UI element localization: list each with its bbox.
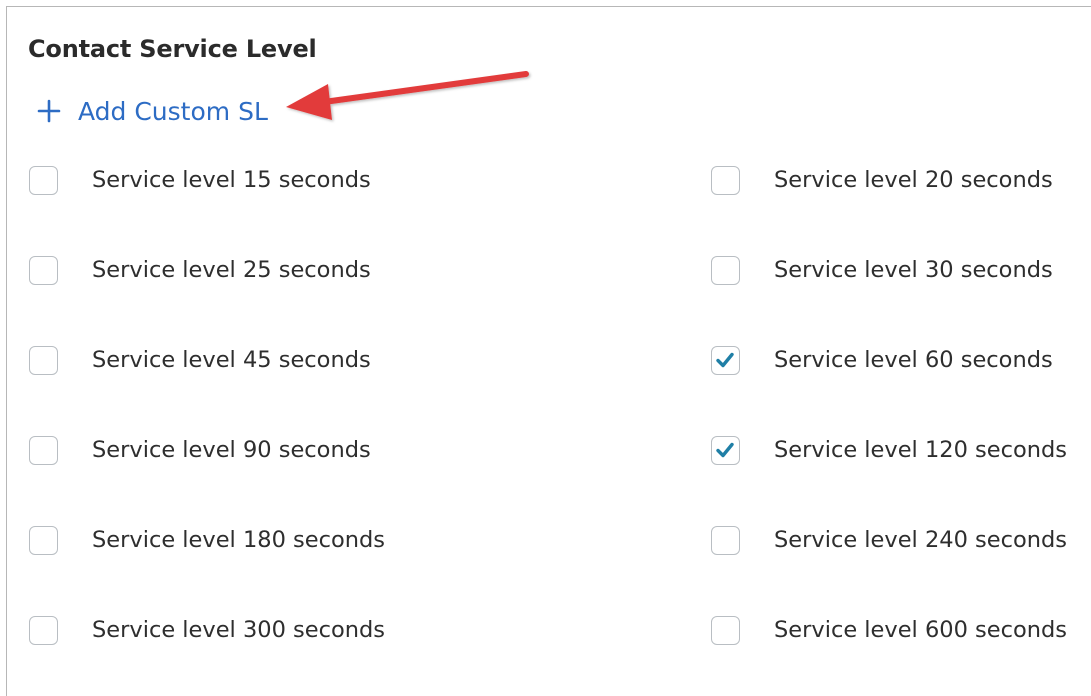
section-title: Contact Service Level: [28, 35, 317, 63]
service-level-checkbox[interactable]: [711, 525, 740, 555]
checkmark-icon: [716, 352, 734, 367]
add-custom-sl-label: Add Custom SL: [78, 96, 268, 126]
service-level-label: Service level 120 seconds: [774, 437, 1068, 463]
service-level-label: Service level 30 seconds: [774, 257, 1053, 283]
service-level-checkbox[interactable]: [711, 615, 740, 645]
service-level-label: Service level 25 seconds: [92, 257, 371, 283]
service-level-checkbox[interactable]: [711, 165, 740, 195]
service-level-label: Service level 20 seconds: [774, 167, 1053, 193]
service-level-checkbox[interactable]: [29, 165, 58, 195]
service-level-checkbox[interactable]: [29, 615, 58, 645]
service-level-label: Service level 45 seconds: [92, 347, 371, 373]
service-level-label: Service level 15 seconds: [92, 167, 371, 193]
service-level-option[interactable]: Service level 120 seconds: [711, 430, 1067, 470]
service-level-option[interactable]: Service level 15 seconds: [29, 160, 371, 200]
service-level-option[interactable]: Service level 180 seconds: [29, 520, 385, 560]
checkmark-icon: [716, 442, 734, 457]
service-level-checkbox[interactable]: [711, 345, 740, 375]
plus-icon: [36, 98, 62, 124]
service-level-checkbox[interactable]: [711, 255, 740, 285]
service-level-option[interactable]: Service level 600 seconds: [711, 610, 1067, 650]
service-level-option[interactable]: Service level 240 seconds: [711, 520, 1067, 560]
annotation-arrow: [286, 71, 529, 120]
service-level-label: Service level 90 seconds: [92, 437, 371, 463]
service-level-checkbox[interactable]: [29, 435, 58, 465]
service-level-option[interactable]: Service level 60 seconds: [711, 340, 1053, 380]
service-level-checkbox[interactable]: [29, 345, 58, 375]
service-level-option[interactable]: Service level 90 seconds: [29, 430, 371, 470]
service-level-checkbox[interactable]: [29, 525, 58, 555]
service-level-label: Service level 600 seconds: [774, 617, 1068, 643]
service-level-checkbox[interactable]: [29, 255, 58, 285]
add-custom-sl-button[interactable]: Add Custom SL: [36, 94, 268, 128]
service-level-label: Service level 180 seconds: [92, 527, 386, 553]
service-level-option[interactable]: Service level 25 seconds: [29, 250, 371, 290]
service-level-option[interactable]: Service level 300 seconds: [29, 610, 385, 650]
service-level-option[interactable]: Service level 45 seconds: [29, 340, 371, 380]
service-level-checkbox[interactable]: [711, 435, 740, 465]
service-level-label: Service level 300 seconds: [92, 617, 386, 643]
service-level-option[interactable]: Service level 20 seconds: [711, 160, 1053, 200]
service-level-option[interactable]: Service level 30 seconds: [711, 250, 1053, 290]
service-level-label: Service level 240 seconds: [774, 527, 1068, 553]
service-level-label: Service level 60 seconds: [774, 347, 1053, 373]
